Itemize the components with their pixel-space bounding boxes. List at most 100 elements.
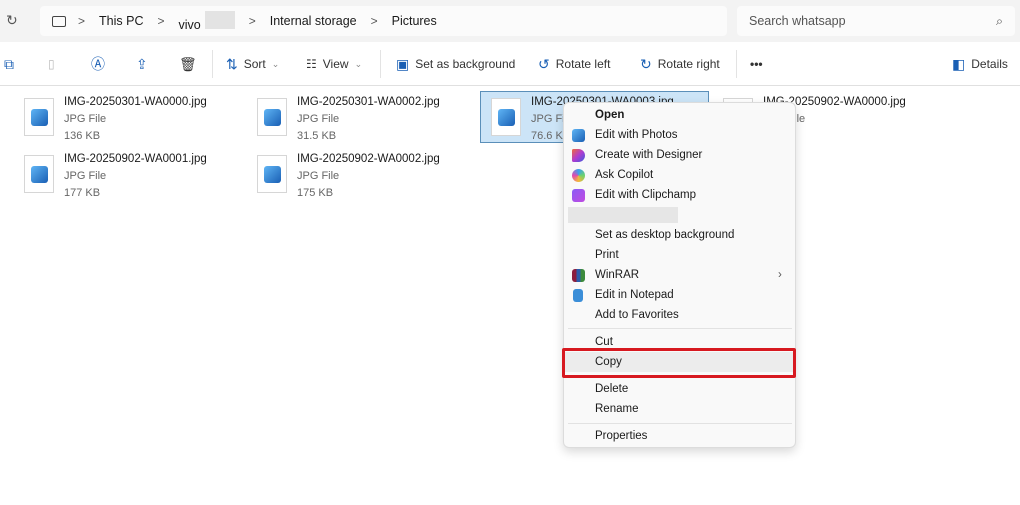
chevron-right-icon: >: [78, 14, 86, 28]
background-icon: ▣: [396, 55, 410, 72]
sort-label: Sort: [243, 57, 266, 71]
search-icon: ⌕: [995, 13, 1003, 28]
file-size: 175 KB: [297, 187, 334, 199]
menu-item-ask-copilot[interactable]: Ask Copilot: [564, 165, 795, 185]
file-size: 31.5 KB: [297, 130, 337, 142]
file-item[interactable]: IMG-20250301-WA0002.jpg JPG File 31.5 KB: [257, 92, 477, 144]
chevron-down-icon: ⌄: [354, 58, 363, 69]
menu-item-set-desktop-background[interactable]: Set as desktop background: [564, 225, 795, 245]
sort-button[interactable]: ⇅ Sort ⌄: [226, 42, 279, 86]
details-pane-icon: ◧: [952, 55, 966, 72]
rotate-right-button[interactable]: ↻ Rotate right: [640, 42, 720, 86]
rename-icon[interactable]: Ⓐ: [91, 42, 105, 86]
winrar-icon: [572, 268, 585, 282]
more-options-button[interactable]: •••: [750, 42, 763, 86]
menu-label: Ask Copilot: [595, 169, 654, 181]
set-bg-label: Set as background: [415, 57, 516, 71]
menu-item-delete[interactable]: Delete: [564, 379, 795, 399]
command-bar: ⧉ ▯ Ⓐ ⇪ 🗑 ⇅ Sort ⌄ ☷ View ⌄ ▣ Set as backgrou…: [0, 42, 1020, 86]
file-name: IMG-20250902-WA0001.jpg: [64, 153, 207, 165]
paste-icon[interactable]: ▯: [48, 42, 55, 86]
file-item[interactable]: IMG-20250902-WA0001.jpg JPG File 177 KB: [24, 149, 244, 201]
chevron-right-icon: >: [157, 14, 165, 28]
menu-item-edit-with-photos[interactable]: Edit with Photos: [564, 125, 795, 145]
rotate-right-label: Rotate right: [657, 57, 720, 71]
chevron-right-icon: >: [370, 14, 378, 28]
menu-divider: [568, 328, 792, 329]
designer-icon: [572, 148, 585, 162]
menu-label: Print: [595, 249, 619, 261]
image-file-icon: [257, 98, 287, 136]
file-name: IMG-20250301-WA0002.jpg: [297, 96, 440, 108]
set-as-background-button[interactable]: ▣ Set as background: [396, 42, 515, 86]
file-type: JPG File: [64, 170, 107, 182]
menu-label: WinRAR: [595, 269, 640, 281]
menu-divider: [568, 423, 792, 424]
menu-item-properties[interactable]: Properties: [564, 426, 795, 446]
refresh-icon[interactable]: ↻: [6, 12, 18, 29]
copy-highlight-box: [562, 348, 796, 378]
file-item[interactable]: IMG-20250301-WA0000.jpg JPG File 136 KB: [24, 92, 244, 144]
rotate-left-button[interactable]: ↺ Rotate left: [538, 42, 610, 86]
menu-label: Properties: [595, 430, 648, 442]
menu-label: Add to Favorites: [595, 309, 679, 321]
redacted-menu-item: [568, 207, 678, 223]
file-size: 177 KB: [64, 187, 101, 199]
menu-item-winrar[interactable]: WinRAR ›: [564, 265, 795, 285]
menu-item-open[interactable]: Open: [564, 105, 795, 125]
breadcrumb-this-pc[interactable]: This PC: [99, 14, 143, 28]
view-label: View: [322, 57, 349, 71]
context-menu: Open Edit with Photos Create with Design…: [563, 102, 796, 448]
file-type: JPG File: [297, 113, 340, 125]
menu-item-create-with-designer[interactable]: Create with Designer: [564, 145, 795, 165]
menu-label: Open: [595, 109, 625, 121]
copilot-icon: [572, 168, 585, 182]
image-file-icon: [24, 98, 54, 136]
this-pc-icon: [52, 15, 66, 27]
file-type: JPG File: [297, 170, 340, 182]
menu-label: Edit with Clipchamp: [595, 189, 696, 201]
delete-icon[interactable]: 🗑: [179, 42, 197, 86]
search-input[interactable]: Search whatsapp ⌕: [737, 6, 1015, 36]
file-item[interactable]: IMG-20250902-WA0002.jpg JPG File 175 KB: [257, 149, 477, 201]
file-type: JPG File: [64, 113, 107, 125]
notepad-icon: [573, 288, 583, 302]
menu-item-add-to-favorites[interactable]: Add to Favorites: [564, 305, 795, 325]
redacted-block: [204, 10, 235, 29]
copy-icon[interactable]: ⧉: [4, 42, 14, 86]
menu-label: Edit with Photos: [595, 129, 678, 141]
chevron-right-icon: >: [248, 14, 256, 28]
breadcrumb-internal-storage[interactable]: Internal storage: [270, 14, 357, 28]
photos-icon: [572, 128, 585, 142]
address-bar[interactable]: > This PC > vivo > Internal storage > Pi…: [40, 6, 727, 36]
search-placeholder: Search whatsapp: [749, 14, 846, 28]
view-icon: ☷: [306, 57, 317, 71]
details-button[interactable]: ◧ Details: [952, 42, 1008, 86]
details-label: Details: [971, 57, 1008, 71]
rotate-left-icon: ↺: [538, 55, 550, 72]
rotate-right-icon: ↻: [640, 55, 652, 72]
rotate-left-label: Rotate left: [555, 57, 611, 71]
menu-item-edit-with-clipchamp[interactable]: Edit with Clipchamp: [564, 185, 795, 205]
menu-item-print[interactable]: Print: [564, 245, 795, 265]
menu-label: Create with Designer: [595, 149, 703, 161]
sort-icon: ⇅: [226, 55, 238, 72]
menu-item-edit-in-notepad[interactable]: Edit in Notepad: [564, 285, 795, 305]
file-size: 136 KB: [64, 130, 101, 142]
breadcrumb-vivo[interactable]: vivo: [178, 10, 235, 32]
share-icon[interactable]: ⇪: [136, 42, 148, 86]
menu-item-rename[interactable]: Rename: [564, 399, 795, 419]
menu-label: Cut: [595, 336, 613, 348]
view-button[interactable]: ☷ View ⌄: [306, 42, 362, 86]
menu-label: Edit in Notepad: [595, 289, 674, 301]
menu-label: Set as desktop background: [595, 229, 735, 241]
menu-label: Delete: [595, 383, 629, 395]
clipchamp-icon: [572, 188, 585, 202]
chevron-down-icon: ⌄: [271, 58, 280, 69]
image-file-icon: [24, 155, 54, 193]
image-file-icon: [257, 155, 287, 193]
menu-label: Rename: [595, 403, 639, 415]
file-name: IMG-20250301-WA0000.jpg: [64, 96, 207, 108]
breadcrumb-pictures[interactable]: Pictures: [392, 14, 437, 28]
file-name: IMG-20250902-WA0002.jpg: [297, 153, 440, 165]
